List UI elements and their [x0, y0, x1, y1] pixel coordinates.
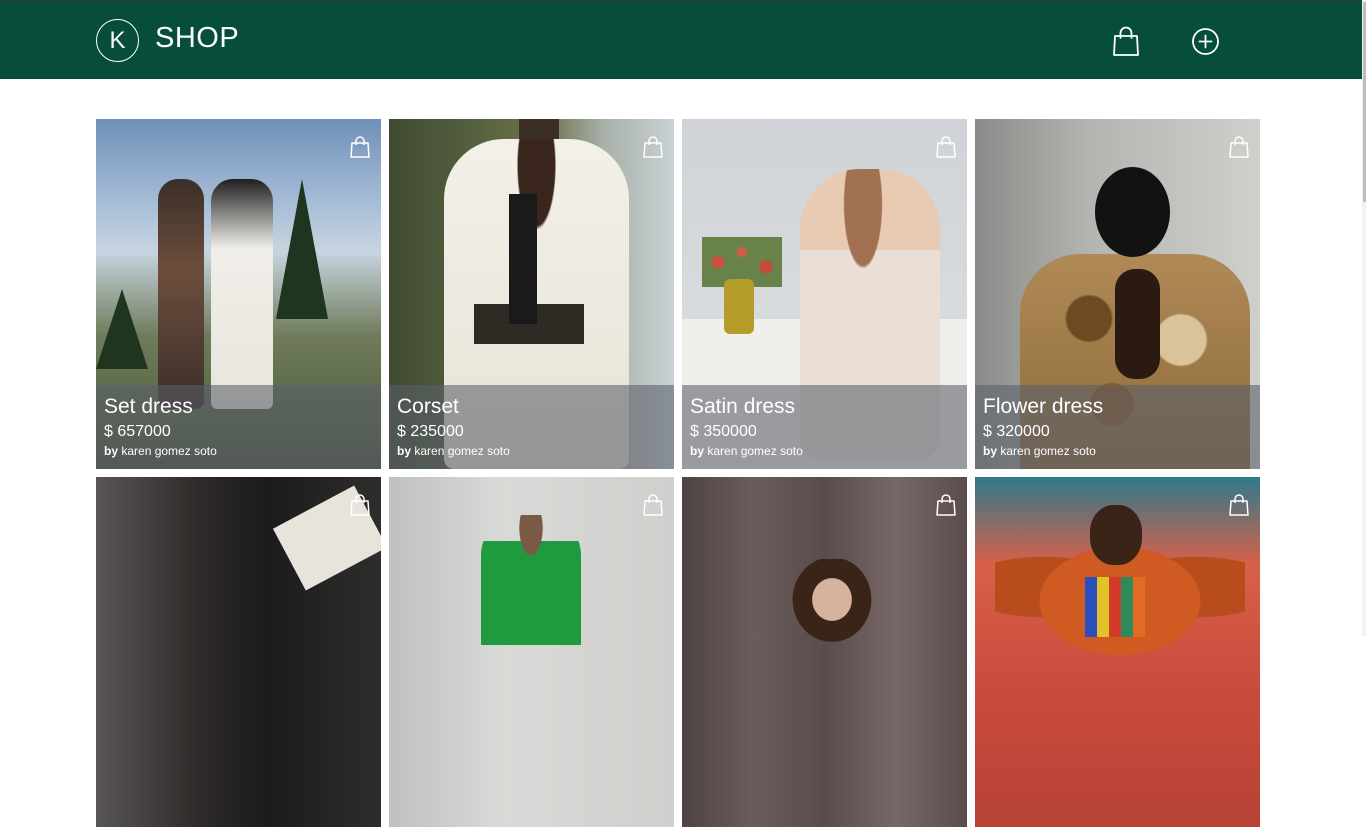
product-card[interactable]: Set dress $ 657000 by karen gomez soto: [96, 119, 381, 469]
product-author: karen gomez soto: [1000, 444, 1096, 458]
product-author-line: by karen gomez soto: [983, 443, 1252, 459]
shopping-bag-icon[interactable]: [1111, 25, 1141, 57]
product-author: karen gomez soto: [121, 444, 217, 458]
product-card[interactable]: [975, 477, 1260, 827]
product-author: karen gomez soto: [414, 444, 510, 458]
product-card[interactable]: [96, 477, 381, 827]
product-card[interactable]: Satin dress $ 350000 by karen gomez soto: [682, 119, 967, 469]
product-card[interactable]: Flower dress $ 320000 by karen gomez sot…: [975, 119, 1260, 469]
product-info: Satin dress $ 350000 by karen gomez soto: [682, 385, 967, 469]
product-image: [682, 477, 967, 827]
product-title: Satin dress: [690, 395, 796, 418]
logo[interactable]: K: [96, 19, 139, 62]
product-image: [389, 477, 674, 827]
add-to-cart-bag-icon[interactable]: [1228, 493, 1250, 517]
product-info: Corset $ 235000 by karen gomez soto: [389, 385, 674, 469]
add-to-cart-bag-icon[interactable]: [642, 493, 664, 517]
product-title: Flower dress: [983, 395, 1104, 418]
add-to-cart-bag-icon[interactable]: [642, 135, 664, 159]
product-card[interactable]: [389, 477, 674, 827]
page-scrollbar[interactable]: [1362, 0, 1366, 636]
by-label: by: [104, 444, 119, 458]
add-to-cart-bag-icon[interactable]: [935, 493, 957, 517]
product-author-line: by karen gomez soto: [104, 443, 373, 459]
add-to-cart-bag-icon[interactable]: [349, 493, 371, 517]
brand-title[interactable]: SHOP: [155, 22, 239, 55]
add-to-cart-bag-icon[interactable]: [1228, 135, 1250, 159]
add-to-cart-bag-icon[interactable]: [935, 135, 957, 159]
product-price: $ 350000: [690, 423, 757, 440]
by-label: by: [397, 444, 412, 458]
product-image: [96, 477, 381, 827]
product-image: [975, 477, 1260, 827]
product-title: Corset: [397, 395, 459, 418]
product-author: karen gomez soto: [707, 444, 803, 458]
logo-letter: K: [109, 26, 126, 54]
product-author-line: by karen gomez soto: [397, 443, 666, 459]
product-price: $ 657000: [104, 423, 171, 440]
product-title: Set dress: [104, 395, 193, 418]
by-label: by: [690, 444, 705, 458]
app-header: K SHOP: [0, 1, 1362, 79]
product-author-line: by karen gomez soto: [690, 443, 959, 459]
product-price: $ 235000: [397, 423, 464, 440]
product-info: Set dress $ 657000 by karen gomez soto: [96, 385, 381, 469]
add-to-cart-bag-icon[interactable]: [349, 135, 371, 159]
by-label: by: [983, 444, 998, 458]
product-card[interactable]: [682, 477, 967, 827]
product-price: $ 320000: [983, 423, 1050, 440]
product-grid: Set dress $ 657000 by karen gomez soto C…: [96, 119, 1260, 827]
product-info: Flower dress $ 320000 by karen gomez sot…: [975, 385, 1260, 469]
plus-circle-icon[interactable]: [1191, 27, 1220, 56]
product-card[interactable]: Corset $ 235000 by karen gomez soto: [389, 119, 674, 469]
